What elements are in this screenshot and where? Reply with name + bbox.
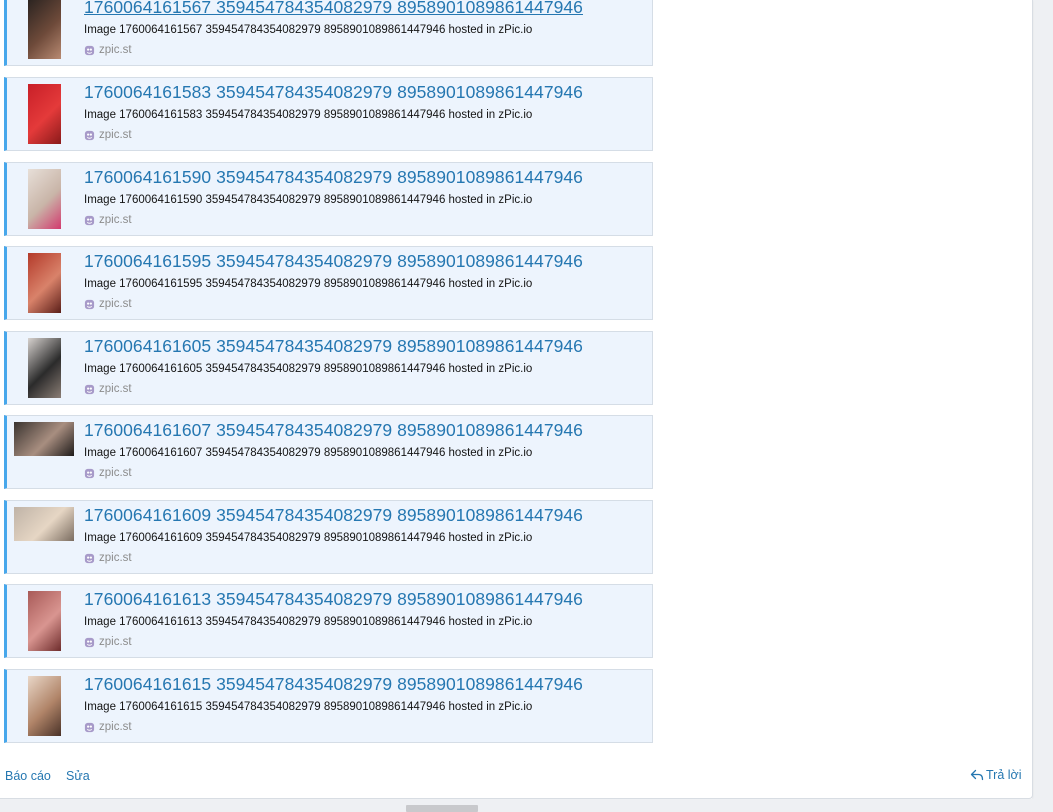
embed-card[interactable]: 1760064161615 359454784354082979 8958901… — [4, 669, 653, 743]
embed-source-label: zpic.st — [99, 552, 132, 564]
reply-label: Trả lời — [986, 768, 1022, 782]
embed-title-link[interactable]: 1760064161615 359454784354082979 8958901… — [84, 674, 583, 695]
site-favicon-icon — [84, 130, 95, 140]
embed-title-link[interactable]: 1760064161607 359454784354082979 8958901… — [84, 420, 583, 441]
embed-card[interactable]: 1760064161609 359454784354082979 8958901… — [4, 500, 653, 574]
embed-source-label: zpic.st — [99, 214, 132, 226]
embed-thumbnail[interactable] — [28, 169, 61, 229]
embed-title-link[interactable]: 1760064161567 359454784354082979 8958901… — [84, 0, 583, 18]
embed-thumbnail[interactable] — [28, 338, 61, 398]
embed-source: zpic.st — [84, 298, 132, 310]
embed-description: Image 1760064161613 359454784354082979 8… — [84, 616, 533, 628]
post-card: 1760064161567 359454784354082979 8958901… — [0, 0, 1033, 799]
embed-source: zpic.st — [84, 129, 132, 141]
embed-thumbnail[interactable] — [28, 0, 61, 59]
embed-source-label: zpic.st — [99, 721, 132, 733]
site-favicon-icon — [84, 299, 95, 309]
site-favicon-icon — [84, 637, 95, 647]
embed-description: Image 1760064161607 359454784354082979 8… — [84, 447, 533, 459]
embed-title-link[interactable]: 1760064161613 359454784354082979 8958901… — [84, 589, 583, 610]
embed-thumbnail[interactable] — [28, 253, 61, 313]
site-favicon-icon — [84, 722, 95, 732]
embed-card[interactable]: 1760064161607 359454784354082979 8958901… — [4, 415, 653, 489]
embed-description: Image 1760064161605 359454784354082979 8… — [84, 363, 533, 375]
embed-card[interactable]: 1760064161605 359454784354082979 8958901… — [4, 331, 653, 405]
embed-source-label: zpic.st — [99, 129, 132, 141]
embed-thumbnail[interactable] — [28, 84, 61, 144]
embed-source: zpic.st — [84, 636, 132, 648]
page-bottom-background — [0, 799, 1053, 812]
embed-card[interactable]: 1760064161590 359454784354082979 8958901… — [4, 162, 653, 236]
embed-source: zpic.st — [84, 467, 132, 479]
site-favicon-icon — [84, 215, 95, 225]
embed-title-link[interactable]: 1760064161609 359454784354082979 8958901… — [84, 505, 583, 526]
site-favicon-icon — [84, 384, 95, 394]
embed-description: Image 1760064161595 359454784354082979 8… — [84, 278, 533, 290]
embed-title-link[interactable]: 1760064161595 359454784354082979 8958901… — [84, 251, 583, 272]
edit-link[interactable]: Sửa — [66, 769, 90, 783]
embed-source-label: zpic.st — [99, 44, 132, 56]
embed-card[interactable]: 1760064161567 359454784354082979 8958901… — [4, 0, 653, 66]
embed-description: Image 1760064161567 359454784354082979 8… — [84, 24, 533, 36]
embed-source: zpic.st — [84, 214, 132, 226]
embed-title-link[interactable]: 1760064161605 359454784354082979 8958901… — [84, 336, 583, 357]
embed-thumbnail[interactable] — [28, 676, 61, 736]
report-link[interactable]: Báo cáo — [5, 769, 51, 783]
embed-source: zpic.st — [84, 721, 132, 733]
embed-thumbnail[interactable] — [14, 422, 74, 456]
reply-button[interactable]: Trả lời — [970, 768, 1022, 782]
embed-source: zpic.st — [84, 552, 132, 564]
page-background — [1032, 0, 1053, 812]
embed-description: Image 1760064161583 359454784354082979 8… — [84, 109, 533, 121]
embed-source: zpic.st — [84, 44, 132, 56]
embed-source-label: zpic.st — [99, 298, 132, 310]
embed-source-label: zpic.st — [99, 383, 132, 395]
embed-source-label: zpic.st — [99, 636, 132, 648]
embed-description: Image 1760064161615 359454784354082979 8… — [84, 701, 533, 713]
embed-source: zpic.st — [84, 383, 132, 395]
embed-title-link[interactable]: 1760064161583 359454784354082979 8958901… — [84, 82, 583, 103]
site-favicon-icon — [84, 553, 95, 563]
embed-card[interactable]: 1760064161613 359454784354082979 8958901… — [4, 584, 653, 658]
embed-title-link[interactable]: 1760064161590 359454784354082979 8958901… — [84, 167, 583, 188]
embed-card[interactable]: 1760064161595 359454784354082979 8958901… — [4, 246, 653, 320]
horizontal-scrollbar-thumb[interactable] — [406, 805, 478, 812]
embed-card[interactable]: 1760064161583 359454784354082979 8958901… — [4, 77, 653, 151]
site-favicon-icon — [84, 468, 95, 478]
embed-thumbnail[interactable] — [28, 591, 61, 651]
site-favicon-icon — [84, 45, 95, 55]
reply-icon — [970, 769, 984, 781]
embed-description: Image 1760064161590 359454784354082979 8… — [84, 194, 533, 206]
embed-description: Image 1760064161609 359454784354082979 8… — [84, 532, 533, 544]
embed-thumbnail[interactable] — [14, 507, 74, 541]
embed-source-label: zpic.st — [99, 467, 132, 479]
